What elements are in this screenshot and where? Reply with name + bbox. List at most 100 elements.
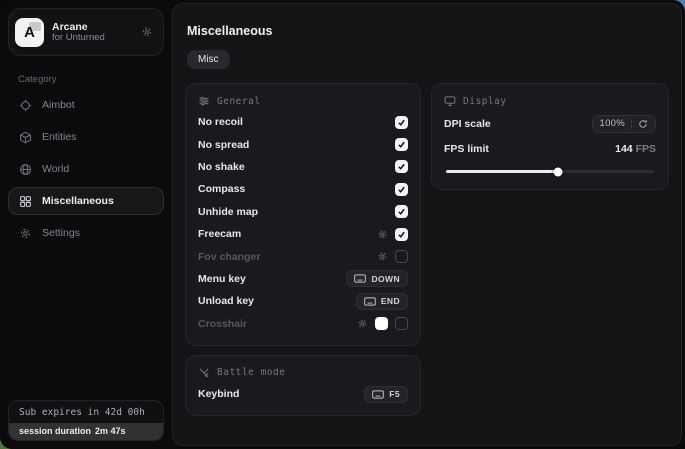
sidebar-item-label: Miscellaneous	[42, 195, 114, 207]
sidebar-item-label: Entities	[42, 131, 76, 143]
sidebar-item-label: Settings	[42, 227, 80, 239]
row-settings-gear-icon[interactable]	[377, 251, 388, 262]
setting-label: No spread	[198, 139, 249, 151]
battle-mode-card: Battle mode Keybind	[185, 355, 421, 416]
battle-keybind-button[interactable]: F5	[364, 386, 408, 403]
sidebar-nav: Aimbot Entities Wo	[8, 91, 164, 249]
general-card-header: General	[198, 95, 408, 107]
setting-row-fov-changer: Fov changer	[198, 245, 408, 267]
right-column: Display DPI scale 100%	[431, 83, 669, 190]
crosshair-icon	[19, 99, 32, 112]
setting-row-dpi-scale: DPI scale 100%	[444, 111, 656, 136]
row-settings-gear-icon[interactable]	[357, 318, 368, 329]
setting-label: Keybind	[198, 388, 239, 400]
subscription-footer: Sub expires in 42d 00h session duration …	[8, 400, 164, 441]
app-subtitle: for Unturned	[52, 33, 133, 44]
page-title: Miscellaneous	[187, 24, 669, 38]
grid-icon	[19, 195, 32, 208]
general-card-title: General	[217, 96, 261, 107]
sidebar-item-settings[interactable]: Settings	[8, 219, 164, 247]
setting-row-crosshair: Crosshair	[198, 313, 408, 335]
sidebar-item-aimbot[interactable]: Aimbot	[8, 91, 164, 119]
setting-label: Fov changer	[198, 251, 260, 263]
setting-label: Crosshair	[198, 318, 247, 330]
fps-slider-thumb[interactable]	[554, 167, 563, 176]
main-panel: Miscellaneous Misc	[172, 3, 682, 446]
left-column: General No recoil No spread No shake	[185, 83, 421, 416]
setting-label: DPI scale	[444, 118, 491, 130]
key-value: END	[381, 296, 400, 306]
keyboard-icon	[354, 274, 366, 283]
sliders-icon	[198, 95, 210, 107]
fps-unit: FPS	[636, 143, 656, 155]
setting-row-compass: Compass	[198, 178, 408, 200]
setting-row-keybind: Keybind F5	[198, 383, 408, 405]
app-window: A Arcane for Unturned Category	[0, 0, 685, 449]
app-name: Arcane	[52, 21, 133, 33]
session-duration: session duration 2m 47s	[9, 423, 163, 440]
sidebar: A Arcane for Unturned Category	[0, 0, 172, 449]
setting-label: Unhide map	[198, 206, 258, 218]
unload-key-button[interactable]: END	[356, 293, 408, 310]
monitor-icon	[444, 95, 456, 107]
display-card-title: Display	[463, 96, 507, 107]
session-duration-label: session duration	[19, 426, 91, 436]
setting-label: Compass	[198, 183, 245, 195]
session-duration-value: 2m 47s	[95, 426, 126, 436]
screen: A Arcane for Unturned Category	[0, 0, 685, 449]
globe-icon	[19, 163, 32, 176]
setting-row-freecam: Freecam	[198, 223, 408, 245]
sidebar-item-label: World	[42, 163, 69, 175]
setting-row-unload-key: Unload key END	[198, 290, 408, 312]
setting-label: Freecam	[198, 228, 241, 240]
brand-text: Arcane for Unturned	[52, 21, 133, 44]
display-card: Display DPI scale 100%	[431, 83, 669, 190]
fps-slider-fill	[446, 170, 558, 173]
color-swatch[interactable]	[375, 317, 388, 330]
general-card: General No recoil No spread No shake	[185, 83, 421, 346]
checkbox[interactable]	[395, 205, 408, 218]
dpi-value: 100%	[600, 118, 626, 129]
battle-mode-card-header: Battle mode	[198, 367, 408, 379]
logo-letter: A	[24, 24, 35, 41]
display-card-header: Display	[444, 95, 656, 107]
checkbox[interactable]	[395, 183, 408, 196]
setting-row-unhide-map: Unhide map	[198, 201, 408, 223]
battle-mode-card-title: Battle mode	[217, 367, 285, 378]
key-value: DOWN	[371, 274, 400, 284]
divider	[631, 119, 632, 129]
keyboard-icon	[372, 390, 384, 399]
setting-label: No recoil	[198, 116, 243, 128]
tab-misc[interactable]: Misc	[187, 50, 230, 69]
dpi-scale-control[interactable]: 100%	[592, 115, 657, 133]
setting-label: FPS limit	[444, 143, 489, 155]
row-settings-gear-icon[interactable]	[377, 229, 388, 240]
gear-icon	[19, 227, 32, 240]
setting-row-fps-limit: FPS limit 144 FPS	[444, 136, 656, 161]
checkbox[interactable]	[395, 160, 408, 173]
checkbox[interactable]	[395, 138, 408, 151]
key-value: F5	[389, 389, 400, 399]
refresh-icon[interactable]	[638, 119, 648, 129]
sidebar-item-world[interactable]: World	[8, 155, 164, 183]
sidebar-item-miscellaneous[interactable]: Miscellaneous	[8, 187, 164, 215]
checkbox[interactable]	[395, 116, 408, 129]
menu-key-button[interactable]: DOWN	[346, 270, 408, 287]
setting-row-menu-key: Menu key DOWN	[198, 268, 408, 290]
setting-row-no-shake: No shake	[198, 156, 408, 178]
content-columns: General No recoil No spread No shake	[185, 83, 669, 416]
setting-row-no-recoil: No recoil	[198, 111, 408, 133]
setting-label: Unload key	[198, 295, 254, 307]
setting-row-no-spread: No spread	[198, 133, 408, 155]
setting-label: Menu key	[198, 273, 246, 285]
fps-slider[interactable]	[446, 170, 654, 173]
checkbox[interactable]	[395, 317, 408, 330]
tab-bar: Misc	[187, 50, 669, 69]
app-logo: A	[15, 18, 44, 47]
checkbox[interactable]	[395, 250, 408, 263]
brand-card: A Arcane for Unturned	[8, 8, 164, 56]
sidebar-item-entities[interactable]: Entities	[8, 123, 164, 151]
brand-gear-icon[interactable]	[141, 26, 153, 38]
sidebar-item-label: Aimbot	[42, 99, 75, 111]
checkbox[interactable]	[395, 228, 408, 241]
